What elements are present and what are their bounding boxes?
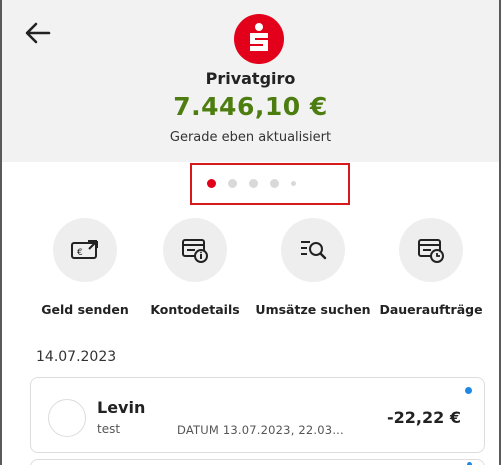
sparkasse-s-icon — [250, 23, 268, 51]
quick-actions: € Geld senden Kontodetails Umsätze suche… — [30, 218, 490, 328]
account-details-circle — [163, 218, 227, 282]
send-money-icon: € — [71, 240, 98, 259]
account-details-icon — [182, 239, 208, 263]
transaction-amount: -22,22 € — [387, 408, 461, 427]
app-screen: Privatgiro 7.446,10 € Gerade eben aktual… — [0, 0, 501, 465]
svg-text:€: € — [77, 248, 83, 258]
standing-orders-icon — [418, 239, 444, 263]
back-button[interactable] — [24, 20, 52, 46]
page-dot-4[interactable] — [270, 178, 279, 188]
account-details-button[interactable]: Kontodetails — [140, 218, 250, 328]
sparkasse-logo — [234, 14, 284, 64]
search-transactions-button[interactable]: Umsätze suchen — [255, 218, 371, 328]
account-details-label: Kontodetails — [150, 302, 240, 317]
page-indicator — [207, 178, 296, 188]
account-balance: 7.446,10 € — [173, 92, 328, 121]
transaction-item-next[interactable] — [30, 459, 485, 465]
transaction-avatar — [48, 399, 86, 437]
send-money-button[interactable]: € Geld senden — [30, 218, 140, 328]
standing-orders-circle — [399, 218, 463, 282]
page-dot-5[interactable] — [291, 180, 296, 186]
account-name: Privatgiro — [205, 69, 296, 88]
arrow-left-icon — [25, 22, 51, 44]
transaction-payee: Levin — [97, 398, 146, 417]
transaction-item[interactable]: Levin test DATUM 13.07.2023, 22.03... -2… — [30, 377, 485, 453]
search-transactions-circle — [281, 218, 345, 282]
transaction-reference: test — [97, 422, 121, 436]
transaction-date-heading: 14.07.2023 — [36, 349, 117, 365]
send-money-circle: € — [53, 218, 117, 282]
page-dot-1[interactable] — [207, 178, 216, 188]
unread-indicator — [465, 387, 472, 394]
page-dot-2[interactable] — [228, 178, 237, 188]
standing-orders-label: Daueraufträge — [379, 302, 483, 317]
last-updated-text: Gerade eben aktualisiert — [169, 130, 332, 145]
send-money-label: Geld senden — [41, 302, 129, 317]
search-transactions-icon — [301, 241, 327, 260]
standing-orders-button[interactable]: Daueraufträge — [376, 218, 486, 328]
page-dot-3[interactable] — [249, 178, 258, 188]
search-transactions-label: Umsätze suchen — [255, 302, 371, 317]
account-header: Privatgiro 7.446,10 € Gerade eben aktual… — [2, 0, 499, 162]
transaction-date: DATUM 13.07.2023, 22.03... — [177, 423, 344, 437]
